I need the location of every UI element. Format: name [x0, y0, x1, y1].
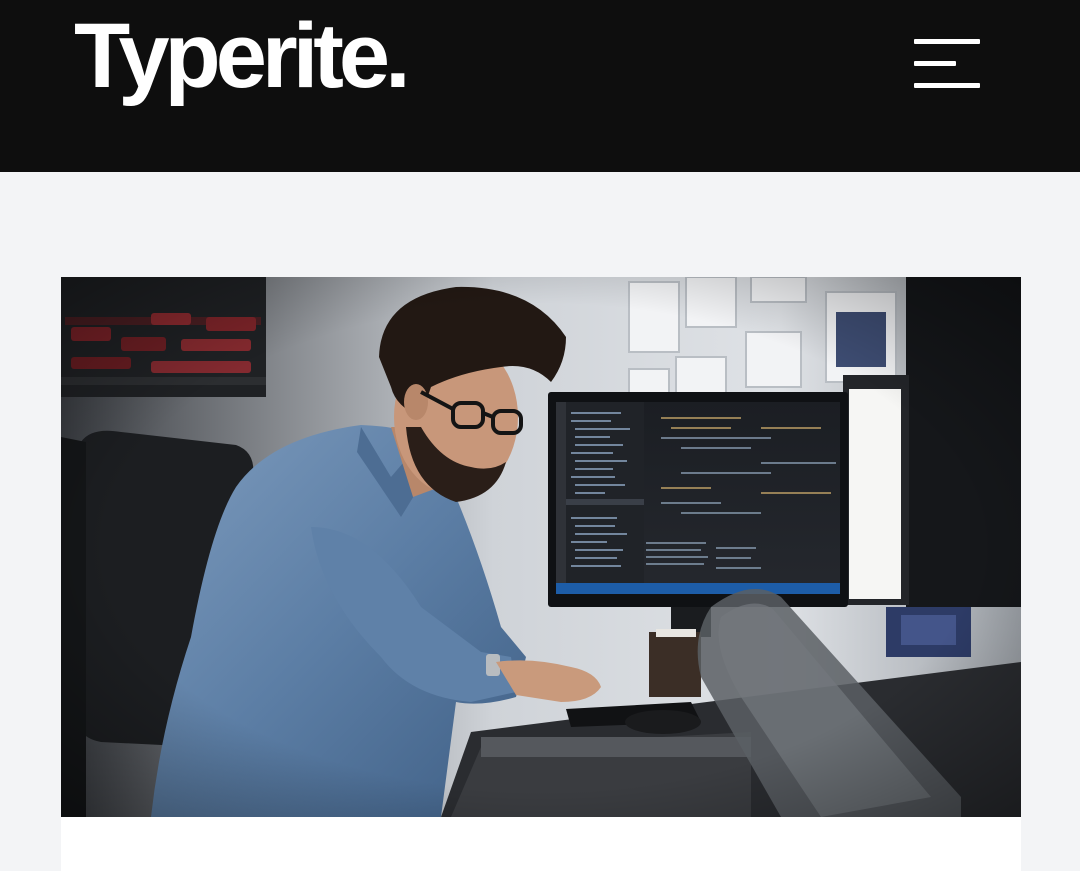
post-featured-image[interactable]	[61, 277, 1021, 817]
menu-button[interactable]	[906, 32, 988, 98]
site-header: Typerite.	[0, 0, 1080, 172]
developer-at-workstation-photo	[61, 277, 1021, 817]
site-logo[interactable]: Typerite.	[74, 10, 411, 102]
post-card	[61, 277, 1021, 871]
